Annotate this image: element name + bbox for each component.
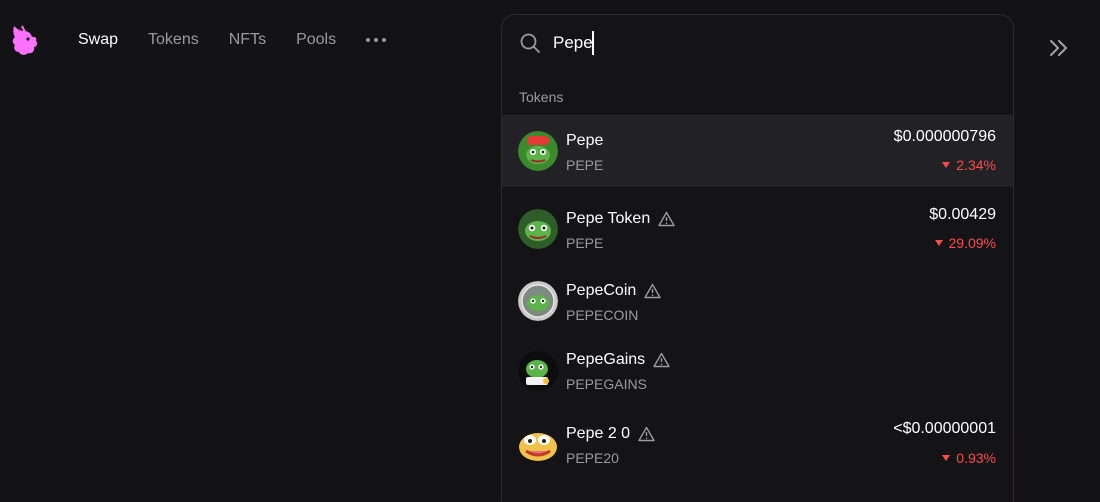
token-change: 2.34% <box>942 157 996 173</box>
token-logo-pepe <box>518 131 558 171</box>
uniswap-logo[interactable] <box>8 22 42 58</box>
token-symbol: PEPE <box>566 157 604 173</box>
search-bar <box>502 15 1013 71</box>
down-arrow-icon <box>942 455 951 461</box>
token-name: PepeCoin <box>566 282 661 300</box>
token-price: $0.000000796 <box>893 128 996 145</box>
token-logo-pepecoin <box>518 281 558 321</box>
token-name: PepeGains <box>566 351 670 369</box>
search-input[interactable] <box>553 31 973 55</box>
token-row[interactable]: Pepe PEPE $0.000000796 2.34% <box>502 115 1013 187</box>
nav-swap[interactable]: Swap <box>78 30 118 50</box>
token-price: $0.00429 <box>929 206 996 223</box>
token-row[interactable]: Pepe 2 0 PEPE20 <$0.00000001 0.93% <box>502 409 1013 481</box>
token-symbol: PEPE20 <box>566 450 619 466</box>
down-arrow-icon <box>934 240 943 246</box>
token-logo-pepegains <box>518 351 558 391</box>
token-row[interactable]: PepeGains PEPEGAINS <box>502 335 1013 407</box>
nav-nfts[interactable]: NFTs <box>229 30 266 50</box>
token-name: Pepe Token <box>566 210 675 228</box>
app-root: Swap Tokens NFTs Pools Tokens <box>0 0 1100 502</box>
warning-icon[interactable] <box>644 283 661 299</box>
token-price: <$0.00000001 <box>893 420 996 437</box>
token-symbol: PEPECOIN <box>566 307 639 323</box>
tokens-section-label: Tokens <box>519 89 564 105</box>
token-logo-pepe-token <box>518 209 558 249</box>
token-name: Pepe 2 0 <box>566 425 655 443</box>
token-name: Pepe <box>566 132 604 149</box>
token-change: 29.09% <box>934 235 996 251</box>
search-dropdown: Tokens Pepe PEPE $0.000000796 2.34% <box>501 14 1014 502</box>
token-change: 0.93% <box>942 450 996 466</box>
token-symbol: PEPE <box>566 235 604 251</box>
down-arrow-icon <box>942 162 951 168</box>
token-row[interactable]: PepeCoin PEPECOIN <box>502 265 1013 337</box>
warning-icon[interactable] <box>638 426 655 442</box>
nav-pools[interactable]: Pools <box>296 30 336 50</box>
warning-icon[interactable] <box>653 352 670 368</box>
top-nav: Swap Tokens NFTs Pools <box>78 30 387 50</box>
text-caret <box>592 31 594 55</box>
search-icon <box>520 33 540 53</box>
chevron-double-right-icon[interactable] <box>1048 38 1070 58</box>
more-dots-icon[interactable] <box>366 30 387 50</box>
token-symbol: PEPEGAINS <box>566 376 647 392</box>
nav-tokens[interactable]: Tokens <box>148 30 199 50</box>
warning-icon[interactable] <box>658 211 675 227</box>
token-row[interactable]: Pepe Token PEPE $0.00429 29.09% <box>502 193 1013 265</box>
token-logo-pepe20 <box>518 425 558 465</box>
